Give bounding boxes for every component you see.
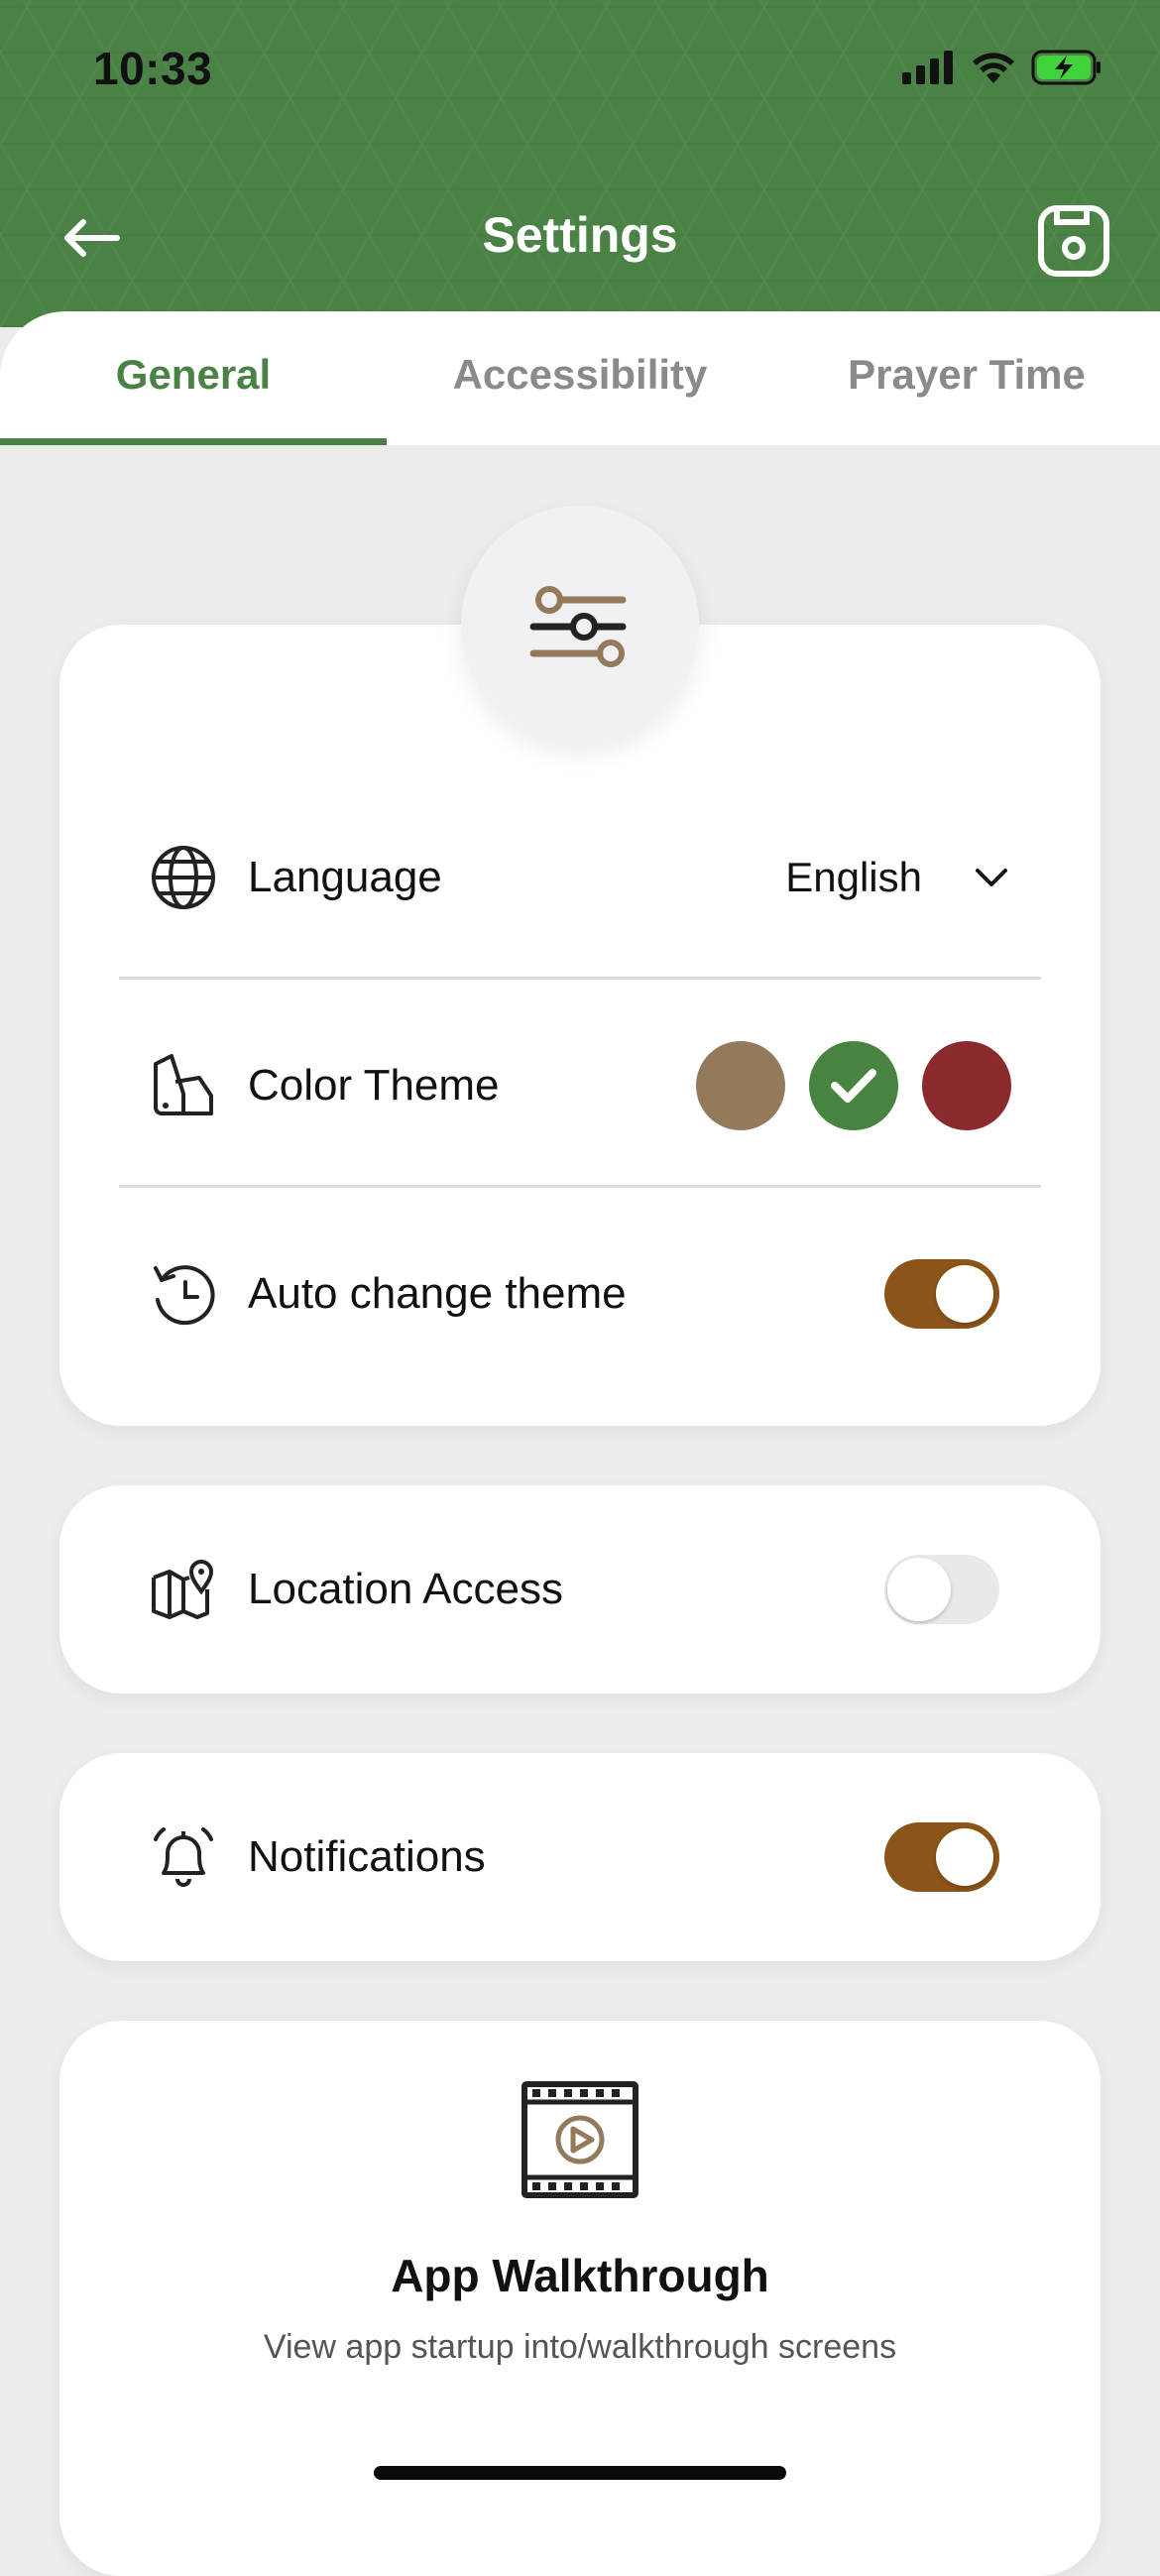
swatch-book-icon — [149, 1051, 218, 1120]
bell-icon — [149, 1822, 218, 1892]
auto-change-theme-row: Auto change theme — [119, 1215, 1041, 1373]
status-time: 10:33 — [93, 43, 213, 94]
checkmark-icon — [831, 1069, 876, 1103]
location-access-row: Location Access — [119, 1510, 1041, 1669]
language-label: Language — [248, 853, 442, 901]
location-access-card: Location Access — [59, 1485, 1101, 1694]
video-film-icon — [521, 2080, 639, 2199]
battery-charging-icon — [1031, 50, 1102, 90]
chevron-down-icon[interactable] — [962, 867, 1021, 888]
status-icons — [902, 50, 1102, 90]
home-indicator — [374, 2466, 786, 2480]
divider — [119, 977, 1041, 980]
color-theme-options — [696, 1041, 1011, 1130]
location-access-toggle[interactable] — [884, 1555, 999, 1624]
tab-bar: General Accessibility Prayer Time — [0, 311, 1160, 445]
app-walkthrough-card[interactable]: App Walkthrough View app startup into/wa… — [59, 2021, 1101, 2576]
globe-icon — [149, 843, 218, 912]
toggle-knob — [887, 1558, 951, 1621]
header: 10:33 Settings — [0, 0, 1160, 327]
divider — [119, 1185, 1041, 1188]
tab-general[interactable]: General — [0, 311, 387, 445]
map-pin-icon — [149, 1555, 218, 1624]
walkthrough-subtitle: View app startup into/walkthrough screen… — [263, 2328, 897, 2366]
general-settings-card: Language English Color Theme Auto change… — [59, 625, 1101, 1426]
tab-accessibility[interactable]: Accessibility — [387, 311, 773, 445]
save-icon — [1038, 205, 1109, 277]
wifi-icon — [970, 50, 1017, 90]
language-row[interactable]: Language English — [119, 798, 1041, 957]
color-theme-row: Color Theme — [119, 1006, 1041, 1165]
color-theme-label: Color Theme — [248, 1061, 500, 1110]
notifications-toggle[interactable] — [884, 1822, 999, 1892]
history-clock-icon — [149, 1259, 218, 1329]
theme-swatch-green[interactable] — [809, 1041, 898, 1130]
language-value[interactable]: English — [785, 854, 922, 901]
tab-prayer-time[interactable]: Prayer Time — [773, 311, 1160, 445]
sliders-icon — [529, 586, 627, 667]
page-title: Settings — [482, 207, 678, 263]
signal-icon — [902, 51, 956, 89]
toggle-knob — [936, 1828, 993, 1886]
theme-swatch-tan[interactable] — [696, 1041, 785, 1130]
walkthrough-title: App Walkthrough — [391, 2250, 769, 2301]
toggle-knob — [936, 1265, 993, 1323]
location-access-label: Location Access — [248, 1565, 563, 1613]
notifications-card: Notifications — [59, 1753, 1101, 1961]
settings-badge — [461, 506, 699, 744]
auto-change-theme-toggle[interactable] — [884, 1259, 999, 1329]
theme-swatch-red[interactable] — [922, 1041, 1011, 1130]
save-button[interactable] — [1029, 196, 1118, 286]
auto-change-theme-label: Auto change theme — [248, 1269, 627, 1318]
notifications-row: Notifications — [119, 1778, 1041, 1936]
notifications-label: Notifications — [248, 1832, 486, 1881]
